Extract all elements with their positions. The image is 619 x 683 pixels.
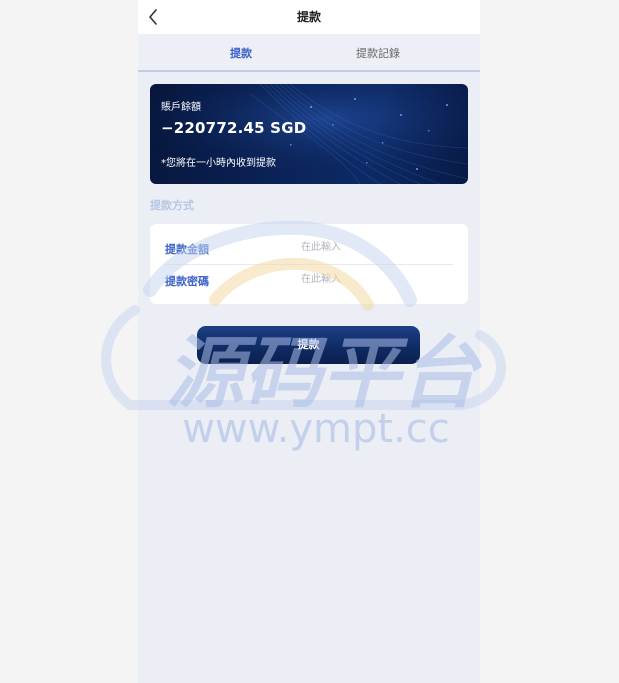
balance-label: 賬戶餘額 — [161, 102, 201, 113]
tab-withdraw-history[interactable]: 提款記錄 — [356, 45, 400, 61]
section-title-withdraw-method: 提款方式 — [150, 199, 194, 212]
tab-bar: 提款 提款記錄 — [138, 34, 480, 72]
tab-withdraw[interactable]: 提款 — [230, 45, 252, 61]
password-row: 提款密碼 — [165, 264, 453, 296]
withdraw-form: 提款金額 提款密碼 — [150, 224, 468, 304]
page-title: 提款 — [296, 10, 321, 24]
navigation-bar: 提款 — [138, 0, 480, 34]
balance-amount: −220772.45 SGD — [161, 119, 307, 137]
amount-label: 提款金額 — [165, 243, 209, 256]
submit-withdraw-button[interactable]: 提款 — [197, 326, 420, 364]
withdraw-password-input[interactable] — [301, 269, 451, 289]
withdraw-time-note: *您將在一小時內收到提款 — [161, 158, 276, 169]
amount-row: 提款金額 — [165, 232, 453, 265]
amount-input[interactable] — [301, 237, 451, 257]
balance-card: 賬戶餘額 −220772.45 SGD *您將在一小時內收到提款 — [150, 84, 468, 184]
password-label: 提款密碼 — [165, 275, 209, 288]
withdraw-screen: 提款 提款 提款記錄 賬戶餘額 −220772.45 SGD *您將在一小時內收… — [138, 0, 480, 683]
